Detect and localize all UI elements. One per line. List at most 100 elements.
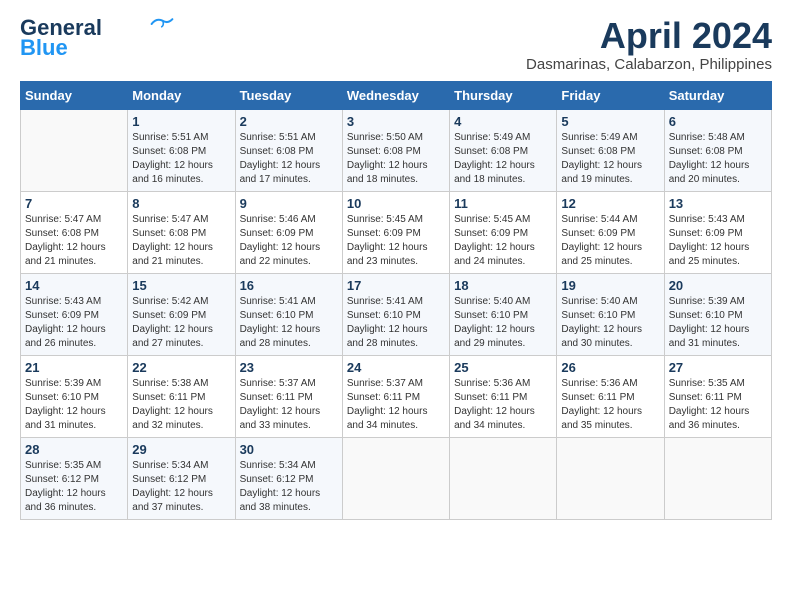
day-info: Sunrise: 5:45 AM Sunset: 6:09 PM Dayligh… [347, 213, 445, 269]
day-info: Sunrise: 5:42 AM Sunset: 6:09 PM Dayligh… [132, 295, 230, 351]
day-number: 16 [240, 278, 338, 293]
calendar-cell: 8 Sunrise: 5:47 AM Sunset: 6:08 PM Daylig… [128, 191, 235, 273]
calendar-cell: 21 Sunrise: 5:39 AM Sunset: 6:10 PM Dayli… [21, 355, 128, 437]
calendar-week-row: 1Sunrise: 5:51 AM Sunset: 6:08 PM Daylig… [21, 109, 772, 191]
logo-bird-icon [150, 15, 174, 33]
day-info: Sunrise: 5:35 AM Sunset: 6:12 PM Dayligh… [25, 459, 123, 515]
day-number: 27 [669, 360, 767, 375]
day-number: 9 [240, 196, 338, 211]
day-info: Sunrise: 5:41 AM Sunset: 6:10 PM Dayligh… [240, 295, 338, 351]
day-info: Sunrise: 5:40 AM Sunset: 6:10 PM Dayligh… [454, 295, 552, 351]
calendar-cell: 19 Sunrise: 5:40 AM Sunset: 6:10 PM Dayli… [557, 273, 664, 355]
calendar-cell: 28Sunrise: 5:35 AM Sunset: 6:12 PM Dayli… [21, 437, 128, 519]
calendar-cell: 1Sunrise: 5:51 AM Sunset: 6:08 PM Daylig… [128, 109, 235, 191]
day-number: 17 [347, 278, 445, 293]
day-info: Sunrise: 5:47 AM Sunset: 6:08 PM Dayligh… [25, 213, 123, 269]
location: Dasmarinas, Calabarzon, Philippines [526, 56, 772, 73]
calendar-cell: 22Sunrise: 5:38 AM Sunset: 6:11 PM Dayli… [128, 355, 235, 437]
calendar-cell: 4 Sunrise: 5:49 AM Sunset: 6:08 PM Daylig… [450, 109, 557, 191]
day-number: 25 [454, 360, 552, 375]
calendar-cell: 11Sunrise: 5:45 AM Sunset: 6:09 PM Dayli… [450, 191, 557, 273]
day-number: 21 [25, 360, 123, 375]
calendar-cell: 7Sunrise: 5:47 AM Sunset: 6:08 PM Daylig… [21, 191, 128, 273]
logo: General Blue [20, 16, 174, 60]
day-info: Sunrise: 5:34 AM Sunset: 6:12 PM Dayligh… [240, 459, 338, 515]
calendar-cell: 26 Sunrise: 5:36 AM Sunset: 6:11 PM Dayli… [557, 355, 664, 437]
calendar-cell: 2 Sunrise: 5:51 AM Sunset: 6:08 PM Daylig… [235, 109, 342, 191]
day-info: Sunrise: 5:43 AM Sunset: 6:09 PM Dayligh… [669, 213, 767, 269]
day-number: 11 [454, 196, 552, 211]
month-title: April 2024 [526, 16, 772, 56]
day-number: 4 [454, 114, 552, 129]
day-info: Sunrise: 5:40 AM Sunset: 6:10 PM Dayligh… [561, 295, 659, 351]
day-info: Sunrise: 5:36 AM Sunset: 6:11 PM Dayligh… [454, 377, 552, 433]
calendar-cell [450, 437, 557, 519]
day-number: 6 [669, 114, 767, 129]
calendar-cell [557, 437, 664, 519]
calendar-cell: 25 Sunrise: 5:36 AM Sunset: 6:11 PM Dayli… [450, 355, 557, 437]
weekday-header-saturday: Saturday [664, 81, 771, 109]
day-number: 24 [347, 360, 445, 375]
day-number: 23 [240, 360, 338, 375]
day-number: 22 [132, 360, 230, 375]
calendar-cell: 24 Sunrise: 5:37 AM Sunset: 6:11 PM Dayli… [342, 355, 449, 437]
day-info: Sunrise: 5:44 AM Sunset: 6:09 PM Dayligh… [561, 213, 659, 269]
day-number: 14 [25, 278, 123, 293]
day-number: 12 [561, 196, 659, 211]
logo-blue-text: Blue [20, 36, 68, 60]
day-info: Sunrise: 5:36 AM Sunset: 6:11 PM Dayligh… [561, 377, 659, 433]
calendar-cell: 27 Sunrise: 5:35 AM Sunset: 6:11 PM Dayli… [664, 355, 771, 437]
day-number: 2 [240, 114, 338, 129]
day-info: Sunrise: 5:47 AM Sunset: 6:08 PM Dayligh… [132, 213, 230, 269]
calendar-cell: 16 Sunrise: 5:41 AM Sunset: 6:10 PM Dayli… [235, 273, 342, 355]
calendar-cell: 20 Sunrise: 5:39 AM Sunset: 6:10 PM Dayli… [664, 273, 771, 355]
calendar-cell: 10 Sunrise: 5:45 AM Sunset: 6:09 PM Dayli… [342, 191, 449, 273]
weekday-header-wednesday: Wednesday [342, 81, 449, 109]
day-info: Sunrise: 5:35 AM Sunset: 6:11 PM Dayligh… [669, 377, 767, 433]
day-info: Sunrise: 5:41 AM Sunset: 6:10 PM Dayligh… [347, 295, 445, 351]
day-number: 20 [669, 278, 767, 293]
calendar-cell [21, 109, 128, 191]
day-info: Sunrise: 5:51 AM Sunset: 6:08 PM Dayligh… [240, 131, 338, 187]
calendar-cell: 3Sunrise: 5:50 AM Sunset: 6:08 PM Daylig… [342, 109, 449, 191]
weekday-header-sunday: Sunday [21, 81, 128, 109]
calendar-cell [664, 437, 771, 519]
calendar-week-row: 14 Sunrise: 5:43 AM Sunset: 6:09 PM Dayli… [21, 273, 772, 355]
calendar-week-row: 21 Sunrise: 5:39 AM Sunset: 6:10 PM Dayli… [21, 355, 772, 437]
day-info: Sunrise: 5:46 AM Sunset: 6:09 PM Dayligh… [240, 213, 338, 269]
calendar-cell: 30Sunrise: 5:34 AM Sunset: 6:12 PM Dayli… [235, 437, 342, 519]
day-number: 18 [454, 278, 552, 293]
day-number: 10 [347, 196, 445, 211]
day-info: Sunrise: 5:39 AM Sunset: 6:10 PM Dayligh… [25, 377, 123, 433]
day-number: 26 [561, 360, 659, 375]
day-number: 19 [561, 278, 659, 293]
calendar-cell: 14 Sunrise: 5:43 AM Sunset: 6:09 PM Dayli… [21, 273, 128, 355]
day-info: Sunrise: 5:48 AM Sunset: 6:08 PM Dayligh… [669, 131, 767, 187]
weekday-header-tuesday: Tuesday [235, 81, 342, 109]
calendar-cell: 9 Sunrise: 5:46 AM Sunset: 6:09 PM Daylig… [235, 191, 342, 273]
calendar-cell: 23 Sunrise: 5:37 AM Sunset: 6:11 PM Dayli… [235, 355, 342, 437]
day-info: Sunrise: 5:37 AM Sunset: 6:11 PM Dayligh… [240, 377, 338, 433]
calendar-table: SundayMondayTuesdayWednesdayThursdayFrid… [20, 81, 772, 520]
calendar-cell: 18 Sunrise: 5:40 AM Sunset: 6:10 PM Dayli… [450, 273, 557, 355]
calendar-cell: 6 Sunrise: 5:48 AM Sunset: 6:08 PM Daylig… [664, 109, 771, 191]
day-info: Sunrise: 5:49 AM Sunset: 6:08 PM Dayligh… [561, 131, 659, 187]
calendar-week-row: 7Sunrise: 5:47 AM Sunset: 6:08 PM Daylig… [21, 191, 772, 273]
calendar-cell: 13 Sunrise: 5:43 AM Sunset: 6:09 PM Dayli… [664, 191, 771, 273]
weekday-header-friday: Friday [557, 81, 664, 109]
calendar-cell: 17 Sunrise: 5:41 AM Sunset: 6:10 PM Dayli… [342, 273, 449, 355]
calendar-cell: 15Sunrise: 5:42 AM Sunset: 6:09 PM Dayli… [128, 273, 235, 355]
day-info: Sunrise: 5:39 AM Sunset: 6:10 PM Dayligh… [669, 295, 767, 351]
calendar-week-row: 28Sunrise: 5:35 AM Sunset: 6:12 PM Dayli… [21, 437, 772, 519]
day-info: Sunrise: 5:51 AM Sunset: 6:08 PM Dayligh… [132, 131, 230, 187]
day-number: 8 [132, 196, 230, 211]
weekday-header-thursday: Thursday [450, 81, 557, 109]
day-info: Sunrise: 5:37 AM Sunset: 6:11 PM Dayligh… [347, 377, 445, 433]
day-info: Sunrise: 5:49 AM Sunset: 6:08 PM Dayligh… [454, 131, 552, 187]
calendar-cell: 29Sunrise: 5:34 AM Sunset: 6:12 PM Dayli… [128, 437, 235, 519]
day-number: 3 [347, 114, 445, 129]
calendar-cell [342, 437, 449, 519]
weekday-header-row: SundayMondayTuesdayWednesdayThursdayFrid… [21, 81, 772, 109]
day-number: 13 [669, 196, 767, 211]
day-info: Sunrise: 5:43 AM Sunset: 6:09 PM Dayligh… [25, 295, 123, 351]
